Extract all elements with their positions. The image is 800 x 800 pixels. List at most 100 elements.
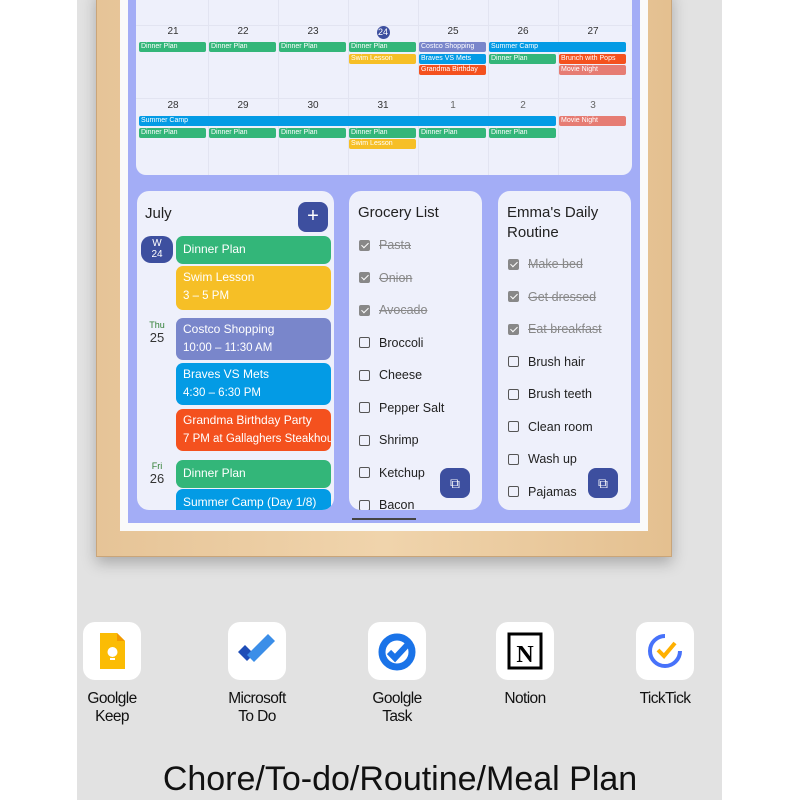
month-event[interactable]: Swim Lesson <box>349 53 416 64</box>
checkbox[interactable] <box>508 388 519 400</box>
month-event[interactable]: Summer Camp <box>139 116 556 126</box>
day-number[interactable]: 23 <box>278 26 348 37</box>
checkbox[interactable] <box>359 272 370 283</box>
item-label: Cheese <box>379 368 423 382</box>
grid-line <box>136 98 632 99</box>
month-event[interactable]: Dinner Plan <box>279 42 346 52</box>
month-event[interactable]: Dinner Plan <box>349 42 416 52</box>
day-number[interactable]: 22 <box>208 26 278 37</box>
checkbox[interactable] <box>508 356 519 367</box>
open-external-button[interactable]: ⧉ <box>588 468 618 498</box>
checkbox[interactable] <box>359 402 370 413</box>
app-label: Notion <box>475 690 575 708</box>
event-title: Summer Camp (Day 1/8) <box>183 495 317 509</box>
month-event[interactable]: Dinner Plan <box>209 127 276 138</box>
month-event[interactable]: Brunch with Pops <box>559 53 626 64</box>
agenda-event[interactable]: Dinner Plan <box>176 236 331 264</box>
day-number[interactable]: 25 <box>418 26 488 37</box>
checklist-item[interactable]: Onion <box>359 271 412 285</box>
month-event[interactable]: Dinner Plan <box>349 127 416 138</box>
month-event[interactable]: Swim Lesson <box>349 139 416 149</box>
checklist-item[interactable]: Make bed <box>508 257 583 271</box>
item-label: Avocado <box>379 303 428 317</box>
checklist-item[interactable]: Bacon <box>359 498 414 510</box>
item-label: Pajamas <box>528 484 577 499</box>
month-event[interactable]: Dinner Plan <box>209 42 276 52</box>
agenda-day: 24 <box>151 249 163 260</box>
checkbox[interactable] <box>359 304 370 316</box>
checklist-item[interactable]: Wash up <box>508 452 577 466</box>
month-event[interactable]: Summer Camp <box>489 42 626 52</box>
checkbox[interactable] <box>508 291 519 302</box>
checkbox[interactable] <box>359 499 370 510</box>
day-number[interactable]: 29 <box>208 100 278 111</box>
checkbox[interactable] <box>508 453 519 465</box>
checklist-item[interactable]: Avocado <box>359 303 427 317</box>
month-event[interactable]: Grandma Birthday <box>419 65 486 75</box>
month-event[interactable]: Dinner Plan <box>139 42 206 52</box>
checkbox[interactable] <box>508 486 519 497</box>
day-number[interactable]: 27 <box>558 26 628 37</box>
day-number[interactable]: 30 <box>278 100 348 111</box>
item-label: Wash up <box>528 452 577 466</box>
month-event[interactable]: Dinner Plan <box>489 127 556 138</box>
headline: Chore/To-do/Routine/Meal Plan <box>162 760 638 798</box>
agenda-event[interactable]: Braves VS Mets 4:30 – 6:30 PM <box>176 363 331 405</box>
checklist-item[interactable]: Eat breakfast <box>508 322 602 336</box>
checklist-item[interactable]: Pepper Salt <box>359 401 444 415</box>
checkbox[interactable] <box>359 337 370 348</box>
checklist-item[interactable]: Clean room <box>508 420 593 434</box>
checklist-item[interactable]: Shrimp <box>359 433 419 447</box>
checklist-item[interactable]: Broccoli <box>359 336 423 350</box>
day-number-text: 22 <box>237 26 249 37</box>
item-label: Bacon <box>379 498 415 510</box>
day-number[interactable]: 24 <box>348 26 418 39</box>
month-event[interactable]: Movie Night <box>559 65 626 75</box>
checkbox[interactable] <box>508 258 519 270</box>
scrollbar[interactable] <box>352 518 416 520</box>
agenda-event[interactable]: Summer Camp (Day 1/8) <box>176 489 331 510</box>
month-event[interactable]: Braves VS Mets <box>419 53 486 64</box>
app-notion: N Notion <box>475 622 575 708</box>
agenda-event[interactable]: Dinner Plan <box>176 460 331 488</box>
month-event[interactable]: Dinner Plan <box>419 127 486 138</box>
routine-card: Emma's Daily Routine Make bed Get dressed… <box>498 191 631 510</box>
day-number[interactable]: 21 <box>138 26 208 37</box>
month-event[interactable]: Dinner Plan <box>139 127 206 138</box>
checklist-item[interactable]: Brush hair <box>508 355 585 369</box>
checklist-item[interactable]: Pasta <box>359 238 411 252</box>
day-number[interactable]: 1 <box>418 100 488 111</box>
checkbox[interactable] <box>359 239 370 251</box>
checklist-item[interactable]: Ketchup <box>359 466 425 480</box>
day-number[interactable]: 28 <box>138 100 208 111</box>
checklist-item[interactable]: Get dressed <box>508 290 596 304</box>
checkbox[interactable] <box>359 434 370 446</box>
day-number-text: 23 <box>307 26 319 37</box>
day-number[interactable]: 2 <box>488 100 558 111</box>
month-event[interactable]: Dinner Plan <box>279 127 346 138</box>
checklist-item[interactable]: Cheese <box>359 368 422 382</box>
agenda-day: 25 <box>149 330 165 345</box>
checkbox[interactable] <box>508 323 519 335</box>
day-number[interactable]: 3 <box>558 100 628 111</box>
month-event[interactable]: Dinner Plan <box>489 53 556 64</box>
checklist-item[interactable]: Pajamas <box>508 485 577 499</box>
checkbox[interactable] <box>359 467 370 478</box>
agenda-event[interactable]: Grandma Birthday Party 7 PM at Gallaghers… <box>176 409 331 451</box>
agenda-event[interactable]: Swim Lesson 3 – 5 PM <box>176 266 331 310</box>
agenda-event[interactable]: Costco Shopping 10:00 – 11:30 AM <box>176 318 331 360</box>
month-event[interactable]: Movie Night <box>559 116 626 126</box>
day-number[interactable]: 26 <box>488 26 558 37</box>
day-number[interactable]: 31 <box>348 100 418 111</box>
open-external-button[interactable]: ⧉ <box>440 468 470 498</box>
item-label: Onion <box>379 270 413 285</box>
month-event[interactable]: Costco Shopping <box>419 42 486 52</box>
app-microsoft-todo: Microsoft To Do <box>207 622 307 726</box>
checklist-item[interactable]: Brush teeth <box>508 387 592 401</box>
checkbox[interactable] <box>359 369 370 381</box>
add-event-button[interactable]: + <box>298 202 328 232</box>
checkbox[interactable] <box>508 421 519 432</box>
routine-title: Emma's Daily Routine <box>507 204 599 241</box>
agenda-day: 26 <box>149 471 165 486</box>
agenda-month-title: July <box>145 205 172 222</box>
